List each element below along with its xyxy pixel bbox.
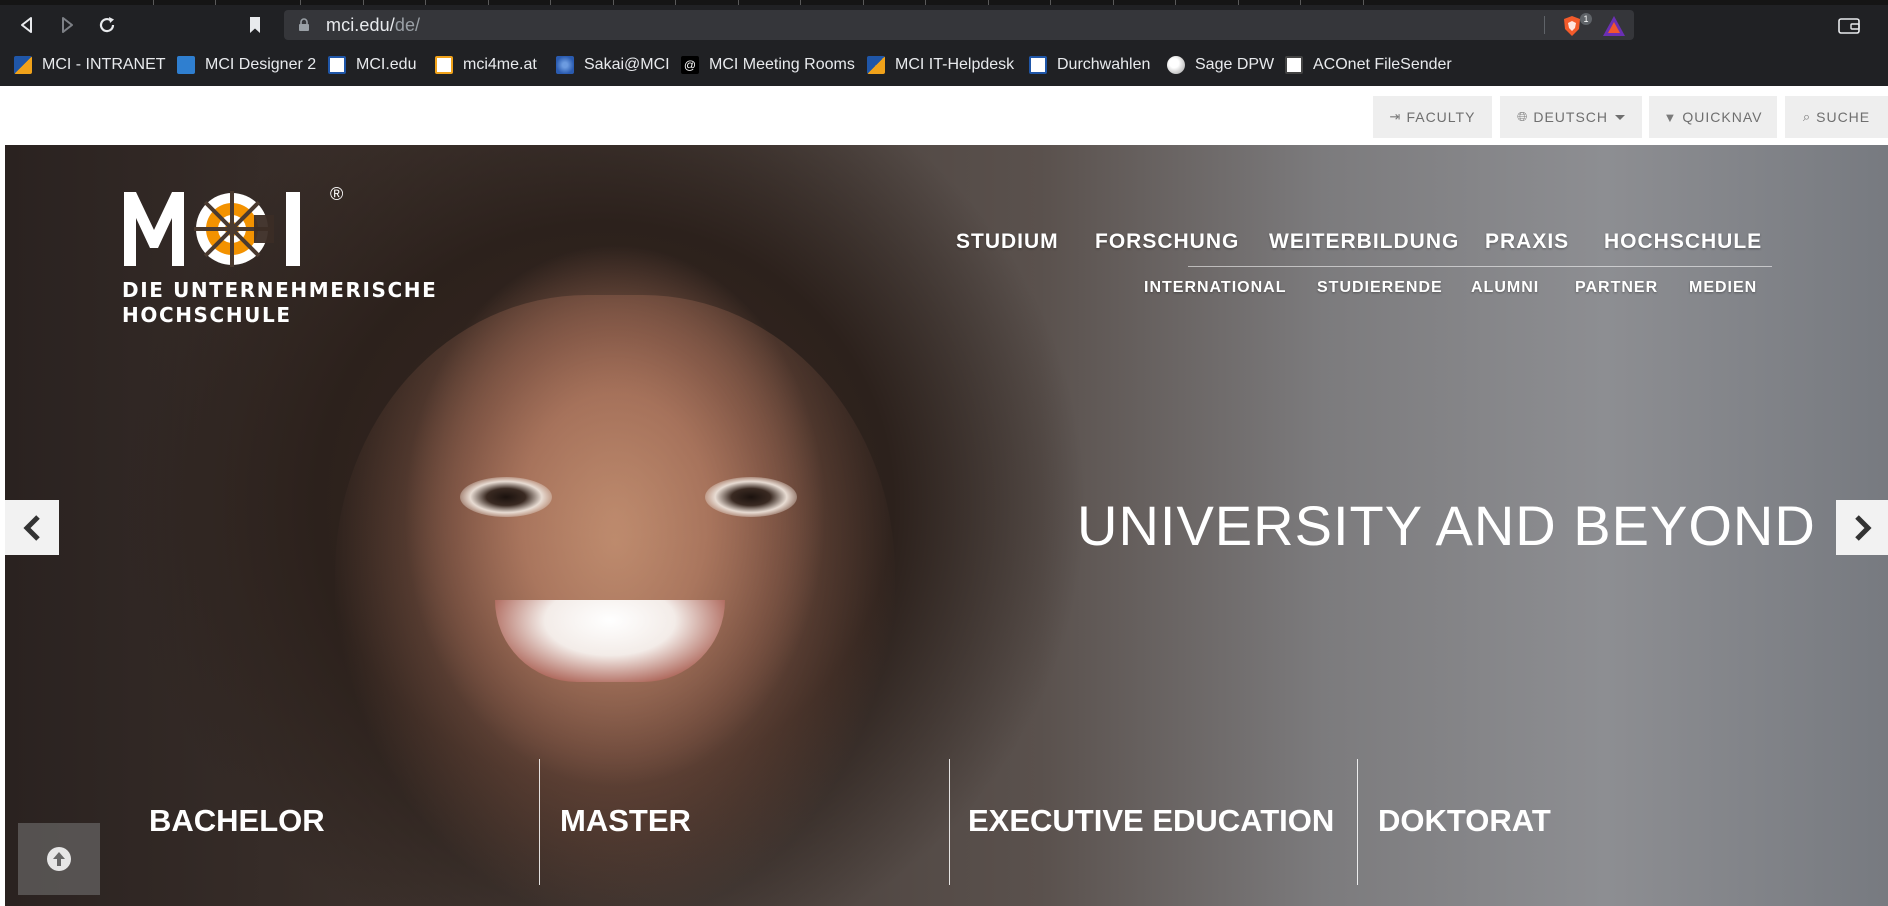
bookmark-mci-intranet[interactable]: MCI - INTRANET <box>14 52 166 78</box>
search-icon: ⌕ <box>1802 109 1812 124</box>
designer-favicon-icon <box>177 56 195 74</box>
sign-in-icon: ⇥ <box>1389 109 1402 124</box>
search-button[interactable]: ⌕ SUCHE <box>1785 96 1888 138</box>
mci-favicon-icon <box>867 56 885 74</box>
site-utility-bar: ⇥ FACULTY 🌐︎ DEUTSCH ▼ QUICKNAV ⌕ SUCHE <box>0 86 1888 144</box>
subnav-international[interactable]: INTERNATIONAL <box>1144 279 1286 297</box>
bookmark-icon[interactable] <box>242 12 268 38</box>
bookmark-mci-designer[interactable]: MCI Designer 2 <box>177 52 316 78</box>
nav-divider <box>1188 266 1772 267</box>
map-marker-icon: ▼ <box>1663 109 1678 125</box>
shield-count-badge: 1 <box>1580 13 1592 25</box>
slider-next-button[interactable] <box>1836 500 1888 555</box>
browser-toolbar: mci.edu/de/ 1 <box>0 5 1888 44</box>
bookmarks-bar: MCI - INTRANET MCI Designer 2 MCI.edu mc… <box>0 44 1888 86</box>
slider-prev-button[interactable] <box>5 500 59 555</box>
category-executive-education[interactable]: EXECUTIVE EDUCATION <box>968 803 1334 839</box>
quicknav-button[interactable]: ▼ QUICKNAV <box>1649 96 1777 138</box>
bookmark-meeting-rooms[interactable]: @ MCI Meeting Rooms <box>681 52 855 78</box>
bookmark-it-helpdesk[interactable]: MCI IT-Helpdesk <box>867 52 1014 78</box>
lock-icon <box>298 18 310 37</box>
filesender-favicon-icon <box>1285 56 1303 74</box>
subnav-studierende[interactable]: STUDIERENDE <box>1317 279 1443 297</box>
subnav-alumni[interactable]: ALUMNI <box>1471 279 1539 297</box>
category-divider <box>949 759 950 885</box>
category-bachelor[interactable]: BACHELOR <box>149 803 325 839</box>
hero-headline: UNIVERSITY AND BEYOND <box>1077 494 1816 557</box>
nav-praxis[interactable]: PRAXIS <box>1485 230 1569 254</box>
back-icon[interactable] <box>14 12 40 38</box>
category-master[interactable]: MASTER <box>560 803 691 839</box>
address-bar[interactable]: mci.edu/de/ 1 <box>284 10 1634 40</box>
category-doktorat[interactable]: DOKTORAT <box>1378 803 1551 839</box>
at-sign-favicon-icon: @ <box>681 56 699 74</box>
caret-down-icon <box>1615 114 1626 120</box>
chevron-left-icon <box>23 514 40 541</box>
reload-icon[interactable] <box>94 12 120 38</box>
category-divider <box>539 759 540 885</box>
hero-image-eye-left <box>460 477 552 517</box>
nav-weiterbildung[interactable]: WEITERBILDUNG <box>1269 230 1459 254</box>
faculty-button[interactable]: ⇥ FACULTY <box>1373 96 1492 138</box>
hero-image-eye-right <box>705 477 797 517</box>
bookmark-durchwahlen[interactable]: Durchwahlen <box>1029 52 1150 78</box>
mci-edu-favicon-icon <box>328 56 346 74</box>
bookmark-mci-edu[interactable]: MCI.edu <box>328 52 416 78</box>
nav-studium[interactable]: STUDIUM <box>956 230 1059 254</box>
category-divider <box>1357 759 1358 885</box>
address-separator <box>1544 16 1545 34</box>
arrow-up-circle-icon <box>47 847 71 871</box>
logo-tagline: DIE UNTERNEHMERISCHE HOCHSCHULE <box>122 278 438 327</box>
bookmark-mci4me[interactable]: mci4me.at <box>435 52 537 78</box>
mci-favicon-icon <box>14 56 32 74</box>
chevron-right-icon <box>1855 514 1872 541</box>
durchwahlen-favicon-icon <box>1029 56 1047 74</box>
bookmark-aconet-filesender[interactable]: ACOnet FileSender <box>1285 52 1452 78</box>
bookmark-sage-dpw[interactable]: Sage DPW <box>1167 52 1274 78</box>
language-dropdown[interactable]: 🌐︎ DEUTSCH <box>1500 96 1642 138</box>
registered-mark: ® <box>330 184 344 204</box>
wallet-icon[interactable] <box>1838 18 1860 39</box>
brave-rewards-icon[interactable] <box>1602 15 1626 37</box>
back-to-top-button[interactable] <box>18 823 100 895</box>
subnav-partner[interactable]: PARTNER <box>1575 279 1658 297</box>
subnav-medien[interactable]: MEDIEN <box>1689 279 1757 297</box>
bookmark-sakai[interactable]: Sakai@MCI <box>556 52 670 78</box>
mci4me-favicon-icon <box>435 56 453 74</box>
forward-icon[interactable] <box>54 12 80 38</box>
globe-favicon-icon <box>1167 56 1185 74</box>
url-text: mci.edu/de/ <box>326 15 421 35</box>
globe-icon: 🌐︎ <box>1516 109 1529 124</box>
mci-logo[interactable]: ® <box>118 184 358 277</box>
sakai-favicon-icon <box>556 56 574 74</box>
nav-forschung[interactable]: FORSCHUNG <box>1095 230 1239 254</box>
nav-hochschule[interactable]: HOCHSCHULE <box>1604 230 1762 254</box>
